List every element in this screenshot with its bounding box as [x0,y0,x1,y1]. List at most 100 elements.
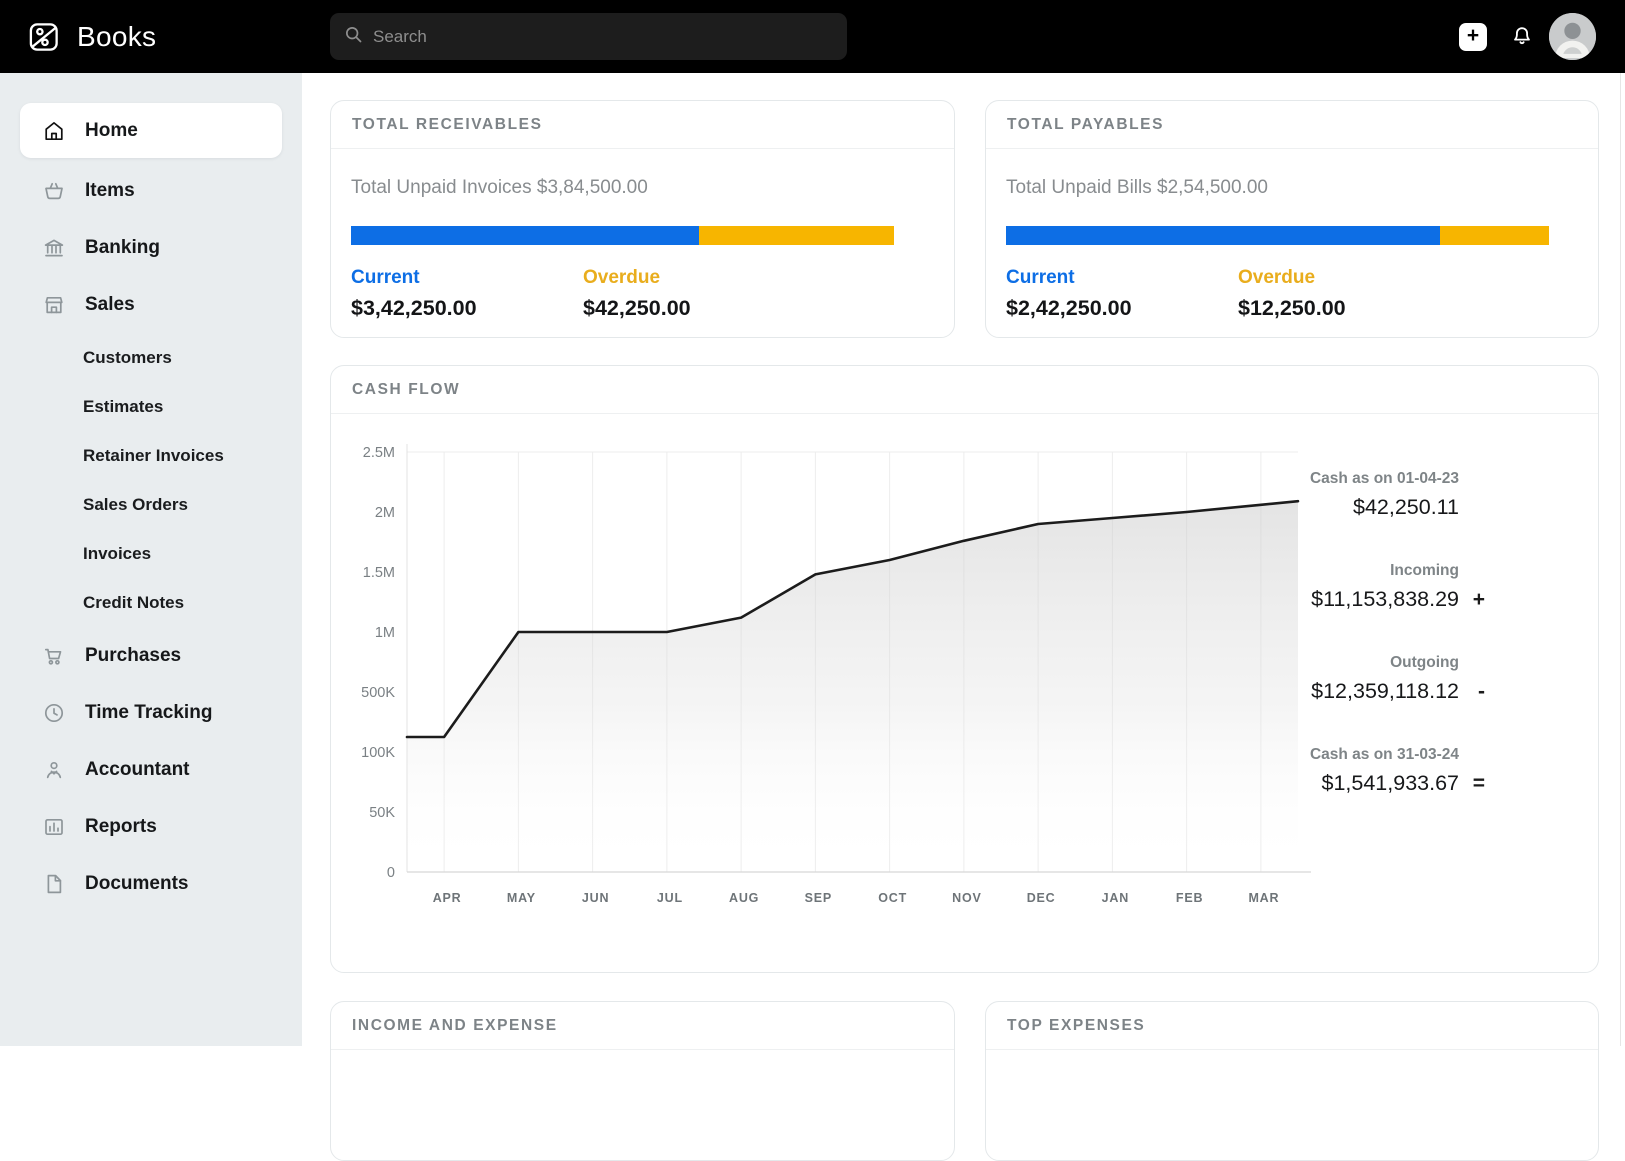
summary-row: TOTAL RECEIVABLES Total Unpaid Invoices … [330,100,1625,338]
svg-text:MAY: MAY [507,891,536,905]
user-avatar[interactable] [1549,13,1596,60]
stat-value: $42,250.11 [1306,495,1485,520]
bar-chart-icon [42,815,66,839]
search-box[interactable] [330,13,847,60]
notifications-button[interactable] [1509,21,1535,52]
basket-icon [42,179,66,203]
brand: Books [27,0,156,73]
svg-text:APR: APR [433,891,462,905]
svg-text:JUN: JUN [582,891,609,905]
top-expenses-card: TOP EXPENSES [985,1001,1599,1161]
svg-text:2.5M: 2.5M [363,445,395,461]
svg-text:AUG: AUG [729,891,759,905]
svg-text:NOV: NOV [952,891,982,905]
sidebar-item-time-tracking[interactable]: Time Tracking [0,684,302,741]
sidebar: Home Items Banking Sales CustomersEstima… [0,73,302,1046]
svg-text:1M: 1M [375,625,395,641]
add-new-button[interactable]: + [1459,23,1487,51]
payables-current-segment [1006,226,1440,245]
sidebar-subitem-customers[interactable]: Customers [0,333,302,382]
overdue-amount: $12,250.00 [1238,296,1470,321]
svg-text:DEC: DEC [1027,891,1056,905]
unpaid-invoices-total: Total Unpaid Invoices $3,84,500.00 [351,177,933,199]
sidebar-subitem-sales-orders[interactable]: Sales Orders [0,480,302,529]
overdue-label: Overdue [1238,267,1470,289]
sidebar-subitem-estimates[interactable]: Estimates [0,382,302,431]
payables-progress-bar [1006,226,1549,245]
receivables-overdue-segment [699,226,894,245]
cashflow-stat-cash-as-on-01-04-23: Cash as on 01-04-23 $42,250.11 [1306,470,1485,520]
svg-text:JAN: JAN [1102,891,1129,905]
stat-value: $11,153,838.29+ [1306,587,1485,612]
sidebar-item-reports[interactable]: Reports [0,798,302,855]
clock-icon [42,701,66,725]
svg-text:FEB: FEB [1176,891,1203,905]
main-content: TOTAL RECEIVABLES Total Unpaid Invoices … [302,73,1625,1046]
cashflow-stat-cash-as-on-31-03-24: Cash as on 31-03-24 $1,541,933.67= [1306,746,1485,796]
stat-operator: + [1459,588,1485,612]
cash-flow-stats: Cash as on 01-04-23 $42,250.11 Incoming … [1306,414,1580,942]
current-amount: $2,42,250.00 [1006,296,1238,321]
current-label: Current [1006,267,1238,289]
payables-title: TOTAL PAYABLES [1007,116,1164,133]
sidebar-item-label: Time Tracking [85,702,212,724]
cash-flow-card: CASH FLOW 050K100K500K1M1.5M2M2.5MAPRMAY… [330,365,1599,973]
sidebar-subitem-retainer-invoices[interactable]: Retainer Invoices [0,431,302,480]
current-amount: $3,42,250.00 [351,296,583,321]
receivables-overdue: Overdue $42,250.00 [583,267,815,321]
sidebar-item-sales[interactable]: Sales [0,276,302,333]
cash-flow-chart: 050K100K500K1M1.5M2M2.5MAPRMAYJUNJULAUGS… [331,414,1306,942]
svg-text:OCT: OCT [878,891,907,905]
search-icon [344,25,363,49]
sidebar-item-documents[interactable]: Documents [0,855,302,912]
stat-value: $12,359,118.12- [1306,679,1485,704]
sidebar-item-label: Home [85,120,138,142]
stat-label: Incoming [1306,562,1459,580]
sidebar-subitem-invoices[interactable]: Invoices [0,529,302,578]
top-expenses-title: TOP EXPENSES [1007,1017,1145,1034]
total-receivables-card: TOTAL RECEIVABLES Total Unpaid Invoices … [330,100,955,338]
svg-text:MAR: MAR [1248,891,1279,905]
sidebar-item-home[interactable]: Home [20,103,282,158]
bell-icon [1509,21,1535,52]
app-title: Books [77,21,156,53]
current-label: Current [351,267,583,289]
document-icon [42,872,66,896]
svg-text:SEP: SEP [805,891,832,905]
svg-text:JUL: JUL [657,891,683,905]
storefront-icon [42,293,66,317]
sidebar-item-label: Sales [85,294,135,316]
receivables-current-segment [351,226,699,245]
sidebar-item-label: Banking [85,237,160,259]
cashflow-area-chart: 050K100K500K1M1.5M2M2.5MAPRMAYJUNJULAUGS… [351,432,1326,937]
bank-icon [42,236,66,260]
receivables-card-header: TOTAL RECEIVABLES [331,101,954,149]
receivables-title: TOTAL RECEIVABLES [352,116,543,133]
topbar-actions: + [1459,0,1535,73]
sidebar-item-accountant[interactable]: Accountant [0,741,302,798]
income-expense-title: INCOME AND EXPENSE [352,1017,558,1034]
sidebar-subitem-credit-notes[interactable]: Credit Notes [0,578,302,627]
person-icon [42,758,66,782]
sidebar-nav: Home Items Banking Sales CustomersEstima… [0,103,302,912]
svg-text:500K: 500K [361,685,395,701]
sidebar-item-items[interactable]: Items [0,162,302,219]
sidebar-item-banking[interactable]: Banking [0,219,302,276]
cashflow-stat-outgoing: Outgoing $12,359,118.12- [1306,654,1485,704]
right-edge-divider [1620,73,1621,1046]
stat-operator: - [1459,680,1485,704]
books-logo-icon [27,20,61,54]
svg-text:50K: 50K [369,805,395,821]
sidebar-item-label: Purchases [85,645,181,667]
payables-current: Current $2,42,250.00 [1006,267,1238,321]
plus-icon: + [1467,25,1479,46]
total-payables-card: TOTAL PAYABLES Total Unpaid Bills $2,54,… [985,100,1599,338]
stat-operator: = [1459,772,1485,796]
search-input[interactable] [373,27,833,47]
home-icon [42,119,66,143]
sidebar-item-purchases[interactable]: Purchases [0,627,302,684]
stat-label: Outgoing [1306,654,1459,672]
receivables-progress-bar [351,226,894,245]
stat-label: Cash as on 31-03-24 [1306,746,1459,764]
payables-card-header: TOTAL PAYABLES [986,101,1598,149]
